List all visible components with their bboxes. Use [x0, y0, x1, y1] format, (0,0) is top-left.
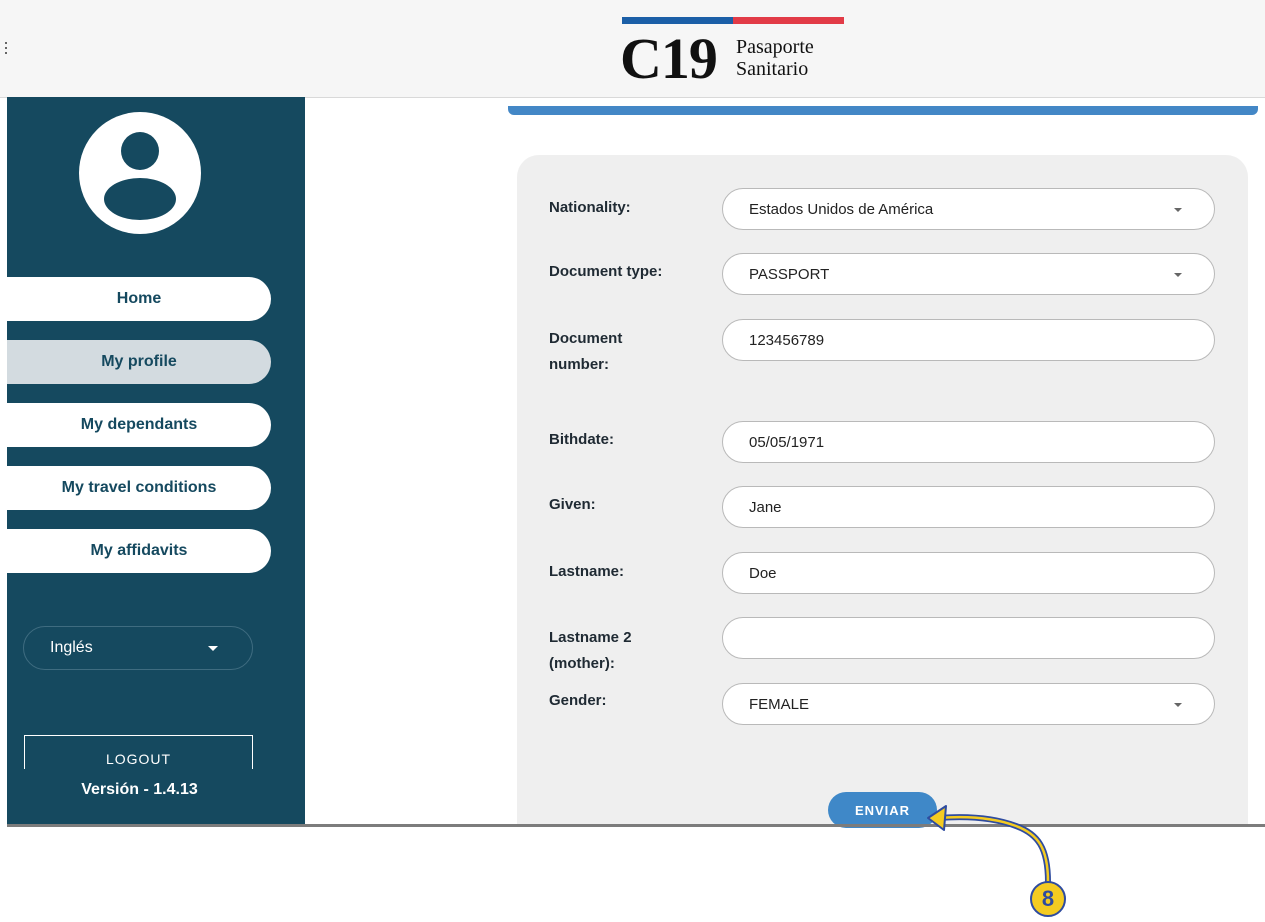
logo-c19: C19 [620, 26, 718, 91]
given-name-input[interactable]: Jane [722, 486, 1215, 528]
gender-value: FEMALE [749, 695, 810, 713]
nationality-select[interactable]: Estados Unidos de América [722, 188, 1215, 230]
logo-line-2: Sanitario [736, 58, 809, 80]
step-badge: 8 [1030, 881, 1066, 917]
lastname-value: Doe [749, 564, 777, 582]
birthdate-label: Bithdate: [549, 431, 614, 448]
document-type-label: Document type: [549, 263, 663, 280]
chevron-down-icon [1174, 273, 1182, 277]
nav-my-affidavits-label: My affidavits [90, 542, 188, 559]
app-header: C19 Pasaporte Sanitario [0, 0, 1265, 98]
given-name-label: Given: [549, 496, 596, 513]
nav-my-profile-button[interactable]: My profile [7, 340, 271, 384]
document-number-input[interactable]: 123456789 [722, 319, 1215, 361]
sidebar: Home My profile My dependants My travel … [7, 97, 305, 825]
chevron-down-icon [208, 646, 218, 651]
nav-home-label: Home [116, 290, 162, 307]
nav-home-button[interactable]: Home [7, 277, 271, 321]
birthdate-input[interactable]: 05/05/1971 [722, 421, 1215, 463]
nav-my-travel-conditions-label: My travel conditions [61, 479, 217, 496]
document-type-value: PASSPORT [749, 265, 830, 283]
nav-my-dependants-label: My dependants [80, 416, 198, 433]
chevron-down-icon [1174, 703, 1182, 707]
lastname-2-label: Lastname 2 (mother): [549, 629, 632, 672]
gender-select[interactable]: FEMALE [722, 683, 1215, 725]
more-menu-icon[interactable] [5, 42, 8, 56]
profile-form: Nationality: Estados Unidos de América D… [517, 155, 1248, 828]
gender-label: Gender: [549, 692, 607, 709]
language-value: Inglés [50, 639, 93, 656]
nav-my-affidavits-button[interactable]: My affidavits [7, 529, 271, 573]
given-name-value: Jane [749, 498, 782, 516]
chevron-down-icon [1174, 208, 1182, 212]
lastname-label: Lastname: [549, 563, 625, 580]
app-version: Versión - 1.4.13 [81, 781, 198, 798]
section-divider [508, 106, 1258, 115]
submit-label: ENVIAR [854, 802, 911, 818]
nationality-value: Estados Unidos de América [749, 200, 934, 218]
logo-line-1: Pasaporte [736, 36, 814, 58]
lastname-input[interactable]: Doe [722, 552, 1215, 594]
document-number-value: 123456789 [749, 331, 825, 349]
birthdate-value: 05/05/1971 [749, 433, 825, 451]
document-number-label: Document number: [549, 330, 623, 373]
nationality-label: Nationality: [549, 199, 631, 216]
logout-button[interactable]: LOGOUT [24, 735, 253, 769]
user-avatar-icon [79, 112, 201, 234]
nav-my-profile-label: My profile [101, 353, 177, 370]
window-bottom-edge [7, 824, 1265, 827]
lastname-2-input[interactable] [722, 617, 1215, 659]
logo-text: Pasaporte Sanitario [736, 36, 814, 80]
nav-my-travel-conditions-button[interactable]: My travel conditions [7, 466, 271, 510]
language-select[interactable]: Inglés [23, 626, 253, 670]
logout-label: LOGOUT [105, 751, 172, 767]
nav-my-dependants-button[interactable]: My dependants [7, 403, 271, 447]
document-type-select[interactable]: PASSPORT [722, 253, 1215, 295]
flag-stripe [622, 17, 844, 24]
